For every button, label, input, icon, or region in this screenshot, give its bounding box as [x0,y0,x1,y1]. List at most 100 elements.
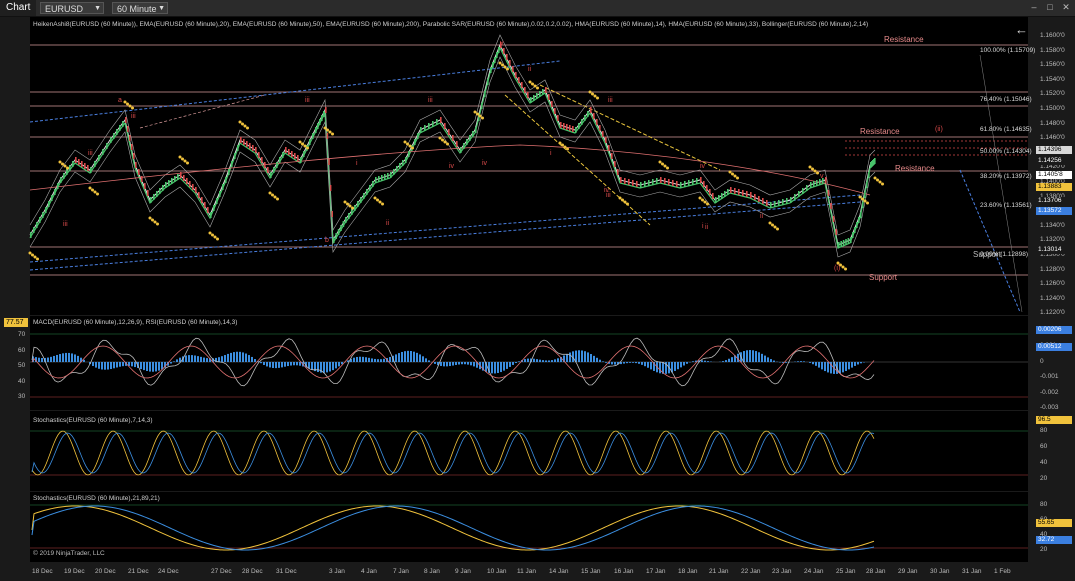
candle [219,191,221,197]
sar-dot [88,186,92,190]
sar-dot [596,96,599,100]
candle [122,121,124,127]
macd-bar [221,356,223,362]
time-axis-label: 24 Dec [158,568,179,575]
candle [758,196,760,202]
macd-bar [752,350,754,362]
stoch-slow-k-line [31,505,875,551]
sar-dot [216,237,219,241]
channel-line [504,94,651,226]
wave-label: ii [528,66,532,73]
sar-dot [346,202,349,206]
candle [326,133,329,139]
candle [294,153,296,159]
sar-dot [323,126,327,130]
candle [481,103,483,109]
sar-dot [816,171,819,175]
macd-bar [359,356,361,362]
stoch-fast-indicator-title: Stochastics(EURUSD (60 Minute),7,14,3) [33,417,153,424]
macd-bar [98,362,100,369]
macd-bar [815,362,817,366]
candle [827,190,830,196]
candle [518,77,520,83]
sar-dot [476,112,479,116]
macd-bar [809,362,811,363]
candle [153,194,155,200]
candle [492,62,494,68]
macd-bar [542,360,544,362]
candle [156,191,158,197]
wave-label: v [500,40,504,47]
candle [204,202,206,208]
candle [721,193,723,199]
candle [222,184,224,190]
macd-bar [440,362,442,366]
trend-line [29,201,861,271]
macd-bar [773,360,775,362]
macd-bar [287,362,289,367]
candle [688,180,690,186]
macd-bar [755,351,757,362]
candle [587,111,589,117]
macd-bar [758,352,760,362]
time-axis-label: 10 Jan [487,568,507,575]
sar-dot [351,206,354,210]
rsi-tick: 50 [18,362,26,369]
candle [545,87,547,93]
sar-dot [771,223,774,227]
candle [159,188,161,194]
sar-dot [503,65,507,69]
sar-dot [876,178,879,182]
candle [432,121,434,127]
back-arrow-icon[interactable]: ← [1015,22,1028,37]
candle [551,101,553,107]
sar-dot [858,195,862,199]
sar-dot [623,200,627,204]
candle [452,135,454,141]
candle [234,153,236,159]
wave-label: iii [131,113,136,120]
price-tick: 1.1460'0 [1040,134,1065,142]
candle [624,178,626,184]
time-axis-label: 31 Dec [276,568,297,575]
macd-bar [296,362,298,366]
candle [106,143,108,149]
time-axis-label: 21 Jan [709,568,729,575]
candle [33,227,35,233]
candle [496,52,498,58]
sar-dot [618,196,622,200]
candle [329,185,332,191]
candle [270,172,272,178]
candle [628,179,630,185]
candle [282,152,284,158]
candle [664,178,666,184]
time-axis-label: 9 Jan [455,568,471,575]
macd-bar [245,353,247,362]
macd-bar [206,358,208,362]
candle [138,169,140,175]
macd-bar [77,355,79,362]
time-axis-label: 28 Jan [866,568,886,575]
candle [700,177,702,183]
candle [237,145,239,151]
candle [536,93,538,99]
time-axis-label: 24 Jan [804,568,824,575]
macd-bar [458,362,460,365]
candle [54,189,56,195]
macd-bar [575,350,577,362]
macd-bar [587,352,589,362]
macd-bar [143,362,145,371]
macd-bar [461,362,463,365]
macd-bar [692,361,694,362]
sar-dot [348,204,352,208]
sar-dot [153,220,157,224]
sar-dot [443,140,447,144]
macd-bar [317,362,319,373]
sar-dot [706,202,709,206]
macd-bar [551,360,553,362]
candle [420,127,422,133]
candle [703,181,705,187]
macd-bar [473,362,475,367]
candle [387,173,389,179]
candle [727,189,729,195]
